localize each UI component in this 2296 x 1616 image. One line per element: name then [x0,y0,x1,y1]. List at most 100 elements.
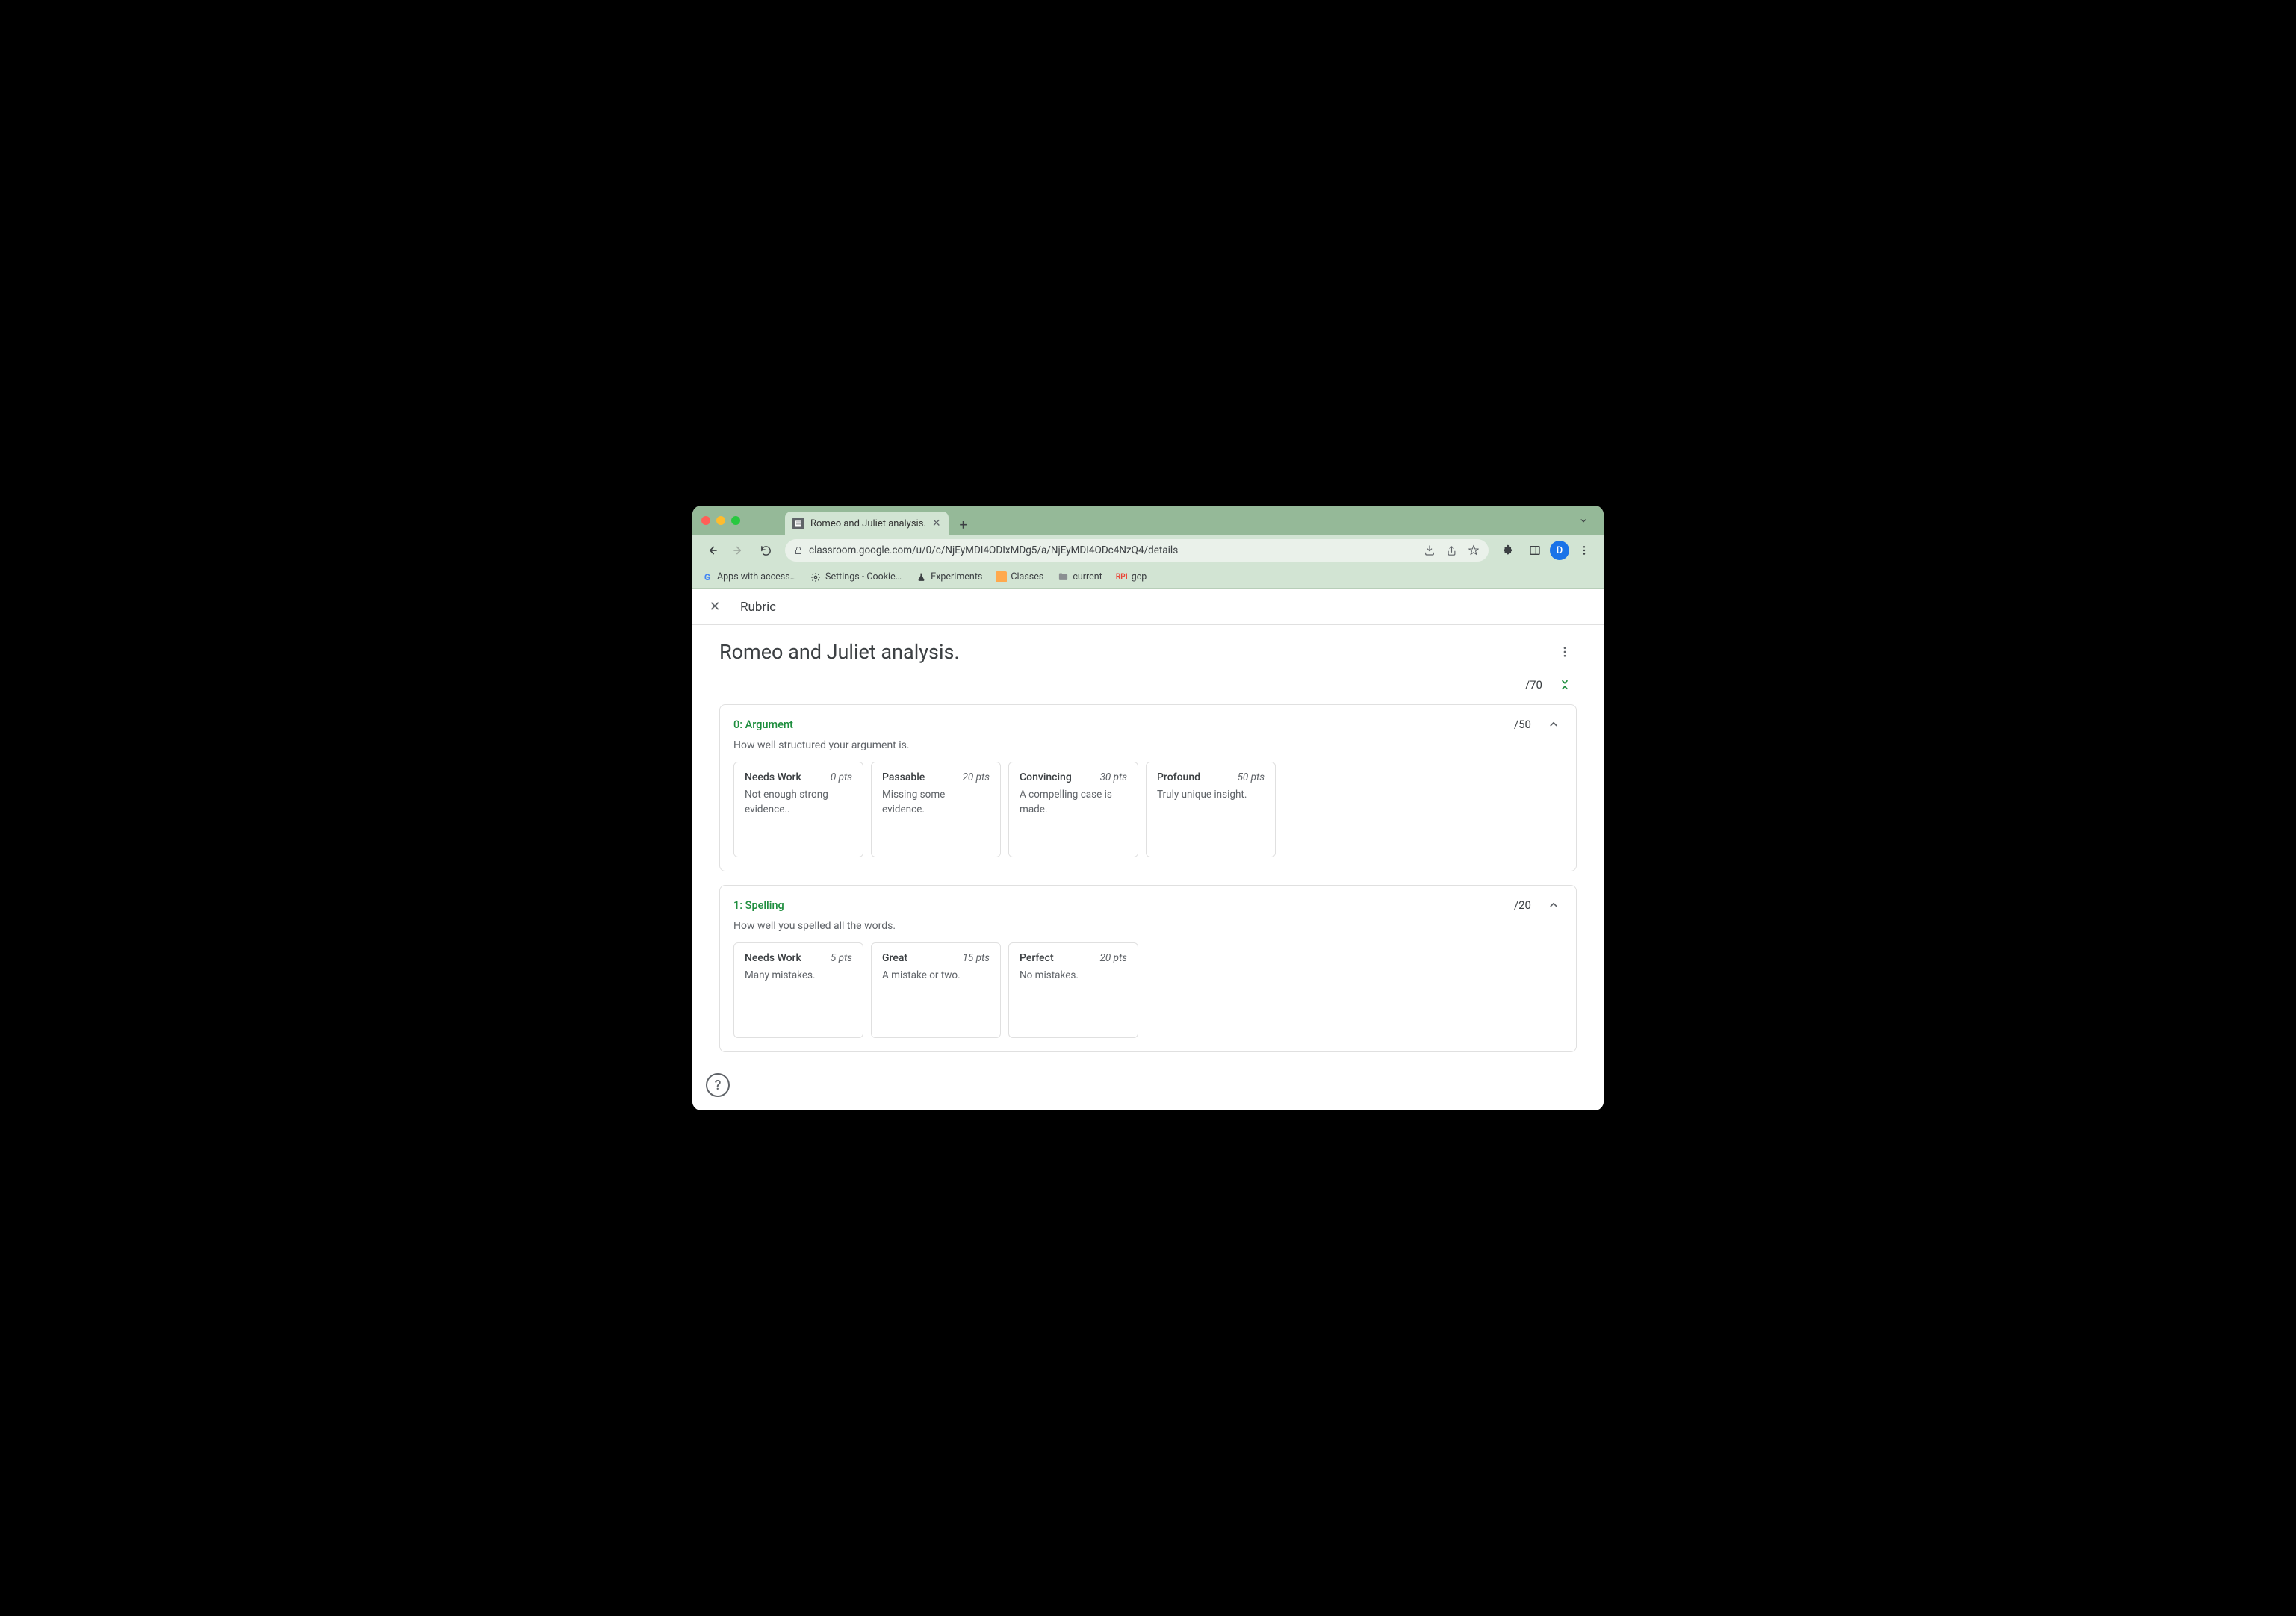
level-points: 30 pts [1100,771,1127,783]
extensions-button[interactable] [1496,538,1520,562]
window-maximize-button[interactable] [731,516,740,525]
total-points-row: /70 [719,670,1577,704]
level-title: Great [882,952,907,964]
level-card[interactable]: Great15 pts A mistake or two. [871,942,1001,1038]
criterion-collapse-button[interactable] [1545,715,1563,733]
criterion-title: 1: Spelling [733,899,784,912]
tab-title: Romeo and Juliet analysis. [810,518,926,529]
tabs-dropdown-button[interactable] [1572,512,1595,529]
toolbar-right: D [1496,538,1596,562]
arrow-left-icon [705,544,719,557]
bookmarks-bar: G Apps with access… Settings - Cookie… E… [692,565,1604,589]
rubric-header-title: Rubric [740,600,776,615]
new-tab-button[interactable]: + [953,515,974,535]
level-card[interactable]: Perfect20 pts No mistakes. [1008,942,1138,1038]
bookmark-experiments[interactable]: Experiments [915,571,982,583]
criterion-header: 0: Argument /50 [720,705,1576,739]
level-card[interactable]: Needs Work 0 pts Not enough strong eviden… [733,762,863,857]
address-bar[interactable]: classroom.google.com/u/0/c/NjEyMDI4ODIxM… [785,539,1489,562]
titlebar: ▤ Romeo and Juliet analysis. ✕ + [692,506,1604,535]
browser-menu-button[interactable] [1572,538,1596,562]
level-description: Missing some evidence. [882,788,990,817]
bookmark-settings[interactable]: Settings - Cookie… [810,571,902,583]
avatar-letter: D [1557,545,1563,556]
bookmark-rpi[interactable]: RPI gcp [1116,571,1147,583]
level-description: Not enough strong evidence.. [745,788,852,817]
url-text: classroom.google.com/u/0/c/NjEyMDI4ODIxM… [809,544,1178,556]
close-rubric-button[interactable]: ✕ [706,599,724,615]
level-points: 15 pts [963,952,990,964]
level-points: 20 pts [1100,952,1127,964]
kebab-icon [1578,544,1590,556]
classroom-favicon: ▤ [792,518,804,529]
forward-button[interactable] [727,538,751,562]
level-title: Needs Work [745,952,801,964]
window-minimize-button[interactable] [716,516,725,525]
level-points: 20 pts [963,771,990,783]
bookmark-classes[interactable]: Classes [996,571,1043,582]
google-icon: G [701,571,713,583]
level-title: Needs Work [745,771,801,783]
criterion-points: /50 [1514,718,1531,731]
classroom-icon [996,571,1007,582]
level-description: A compelling case is made. [1020,788,1127,817]
bookmark-star-icon[interactable] [1468,544,1480,556]
window-close-button[interactable] [701,516,710,525]
profile-avatar[interactable]: D [1550,541,1569,560]
question-mark-icon: ? [715,1078,722,1093]
traffic-lights [701,516,740,525]
levels-row: Needs Work 0 pts Not enough strong eviden… [720,762,1576,871]
level-title: Perfect [1020,952,1054,964]
share-icon[interactable] [1446,545,1457,556]
level-card[interactable]: Profound50 pts Truly unique insight. [1146,762,1276,857]
install-icon[interactable] [1424,544,1436,556]
browser-toolbar: classroom.google.com/u/0/c/NjEyMDI4ODIxM… [692,535,1604,565]
level-card[interactable]: Passable 20 pts Missing some evidence. [871,762,1001,857]
chevron-up-icon [1547,718,1560,731]
criterion-description: How well you spelled all the words. [720,920,1576,942]
bookmark-current[interactable]: current [1057,571,1102,583]
omnibox-actions [1424,544,1480,556]
chevron-up-icon [1547,898,1560,912]
tab-close-button[interactable]: ✕ [932,518,941,529]
rpi-icon: RPI [1116,571,1128,583]
page-content: ✕ Rubric Romeo and Juliet analysis. /70 [692,589,1604,1110]
level-title: Passable [882,771,925,783]
gear-icon [810,571,822,583]
assignment-title: Romeo and Juliet analysis. [719,640,960,664]
criterion-title: 0: Argument [733,718,793,731]
collapse-all-button[interactable] [1556,676,1574,694]
level-points: 5 pts [831,952,852,964]
panel-icon [1529,544,1541,556]
rubric-body: Romeo and Juliet analysis. /70 0: Argume… [692,625,1604,1110]
browser-tab[interactable]: ▤ Romeo and Juliet analysis. ✕ [785,512,949,535]
criterion-collapse-button[interactable] [1545,896,1563,914]
tab-strip: ▤ Romeo and Juliet analysis. ✕ + [785,506,974,535]
reload-icon [760,544,772,557]
lock-icon [794,546,803,555]
total-points: /70 [1525,678,1542,692]
chevron-down-icon [1578,515,1589,526]
arrow-right-icon [732,544,745,557]
bookmark-apps[interactable]: G Apps with access… [701,571,796,583]
reload-button[interactable] [754,538,778,562]
levels-row: Needs Work5 pts Many mistakes. Great15 p… [720,942,1576,1051]
app-header: ✕ Rubric [692,589,1604,625]
criterion-card: 0: Argument /50 How well structured your… [719,704,1577,871]
criterion-card: 1: Spelling /20 How well you spelled all… [719,885,1577,1052]
criterion-points: /20 [1514,898,1531,912]
criterion-header: 1: Spelling /20 [720,886,1576,920]
help-button[interactable]: ? [706,1073,730,1097]
assignment-more-button[interactable] [1553,640,1577,664]
page-title-row: Romeo and Juliet analysis. [719,640,1577,664]
level-card[interactable]: Convincing30 pts A compelling case is ma… [1008,762,1138,857]
criterion-description: How well structured your argument is. [720,739,1576,762]
level-card[interactable]: Needs Work5 pts Many mistakes. [733,942,863,1038]
level-points: 50 pts [1238,771,1265,783]
level-points: 0 pts [831,771,852,783]
level-description: Truly unique insight. [1157,788,1265,803]
back-button[interactable] [700,538,724,562]
collapse-icon [1558,678,1571,692]
side-panel-button[interactable] [1523,538,1547,562]
folder-icon [1057,571,1069,583]
